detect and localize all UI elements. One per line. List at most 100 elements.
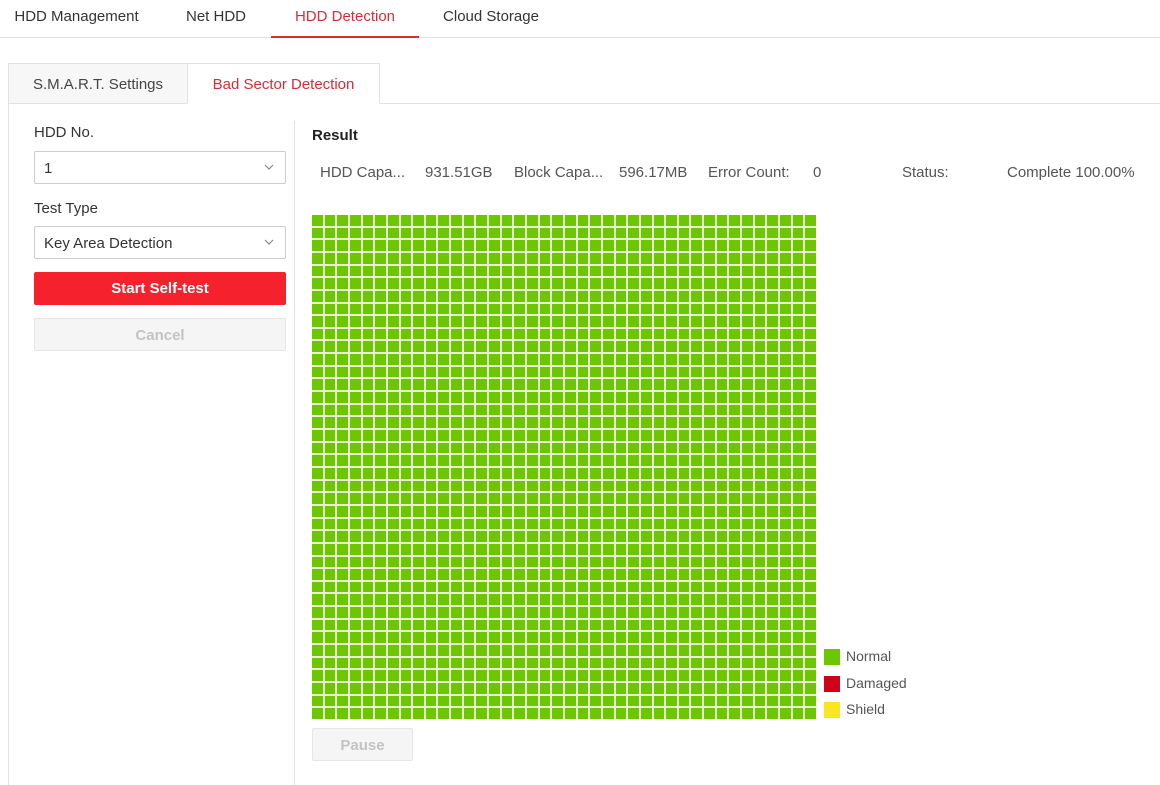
cancel-button[interactable]: Cancel	[34, 318, 286, 351]
sector-block	[691, 569, 703, 580]
sector-block	[678, 569, 690, 580]
sector-block	[691, 683, 703, 694]
sector-block	[628, 316, 639, 327]
sector-block	[362, 252, 374, 264]
sector-block	[337, 265, 348, 277]
sector-block	[349, 708, 361, 719]
tab-bad-sector-detection[interactable]: Bad Sector Detection	[187, 63, 380, 104]
sector-block	[767, 366, 779, 378]
sector-block	[476, 581, 488, 593]
sector-block	[349, 505, 361, 517]
sector-block	[590, 708, 601, 719]
sector-block	[716, 708, 728, 719]
sector-block	[463, 240, 475, 251]
sector-block	[805, 290, 816, 302]
sector-block	[362, 480, 374, 492]
sector-block	[463, 442, 475, 454]
sector-block	[489, 569, 500, 580]
sector-block	[602, 316, 614, 327]
sector-block	[476, 505, 488, 517]
sector-block	[577, 543, 589, 555]
sector-block	[590, 543, 601, 555]
sector-block	[501, 341, 513, 353]
sector-block	[792, 683, 804, 694]
sector-block	[716, 493, 728, 504]
sector-block	[425, 265, 437, 277]
sector-block	[324, 215, 336, 226]
sector-block	[349, 607, 361, 618]
sector-block	[729, 505, 741, 517]
sector-block	[754, 657, 766, 669]
pause-button[interactable]: Pause	[312, 728, 413, 761]
tab-smart-settings[interactable]: S.M.A.R.T. Settings	[8, 63, 188, 104]
start-self-test-button[interactable]: Start Self-test	[34, 272, 286, 305]
tab-net-hdd[interactable]: Net HDD	[183, 0, 249, 38]
sector-block	[767, 278, 779, 289]
sector-block	[640, 265, 652, 277]
tab-hdd-management[interactable]: HDD Management	[14, 0, 139, 38]
sector-block	[628, 215, 639, 226]
sector-block	[312, 316, 323, 327]
sector-block	[678, 328, 690, 340]
sector-block	[678, 632, 690, 644]
sector-block	[602, 215, 614, 226]
sector-block	[527, 278, 538, 289]
sector-block	[463, 632, 475, 644]
sector-block	[691, 543, 703, 555]
sector-block	[767, 531, 779, 542]
sector-block	[754, 379, 766, 391]
sector-block	[805, 493, 816, 504]
sector-block	[552, 303, 563, 315]
sector-block	[742, 581, 753, 593]
tab-hdd-detection[interactable]: HDD Detection	[271, 0, 419, 38]
sector-block	[640, 290, 652, 302]
sector-block	[716, 480, 728, 492]
sector-block	[312, 442, 323, 454]
sector-block	[552, 404, 563, 416]
sector-block	[552, 215, 563, 226]
sector-block	[387, 215, 399, 226]
sector-block	[413, 417, 424, 429]
sector-block	[489, 252, 500, 264]
sector-block	[716, 328, 728, 340]
sector-block	[716, 417, 728, 429]
sector-block	[704, 632, 715, 644]
sector-block	[716, 467, 728, 479]
sector-block	[577, 341, 589, 353]
sector-block	[780, 683, 791, 694]
sector-block	[476, 607, 488, 618]
sector-block	[451, 404, 462, 416]
sector-block	[640, 518, 652, 530]
sector-block	[590, 328, 601, 340]
sector-block	[729, 493, 741, 504]
sector-block	[476, 670, 488, 682]
sector-block	[754, 366, 766, 378]
sector-block	[413, 303, 424, 315]
test-type-select[interactable]: Key Area Detection	[34, 226, 286, 259]
sector-block	[400, 303, 412, 315]
sector-block	[805, 240, 816, 251]
tab-cloud-storage[interactable]: Cloud Storage	[441, 0, 541, 38]
hdd-no-select[interactable]: 1	[34, 151, 286, 184]
sector-block	[387, 480, 399, 492]
sector-block	[754, 569, 766, 580]
sector-block	[640, 252, 652, 264]
sector-block	[413, 392, 424, 403]
sector-block	[729, 252, 741, 264]
sector-block	[691, 531, 703, 542]
sector-block	[767, 480, 779, 492]
sector-block	[640, 505, 652, 517]
sector-block	[640, 417, 652, 429]
sector-block	[539, 240, 551, 251]
sector-block	[400, 354, 412, 365]
sector-block	[501, 645, 513, 656]
sector-block	[615, 670, 627, 682]
sector-block	[324, 708, 336, 719]
sector-block	[514, 430, 526, 441]
sector-block	[337, 607, 348, 618]
sector-block	[489, 354, 500, 365]
sector-block	[602, 670, 614, 682]
sector-block	[489, 556, 500, 568]
sector-block	[805, 354, 816, 365]
sector-block	[527, 417, 538, 429]
